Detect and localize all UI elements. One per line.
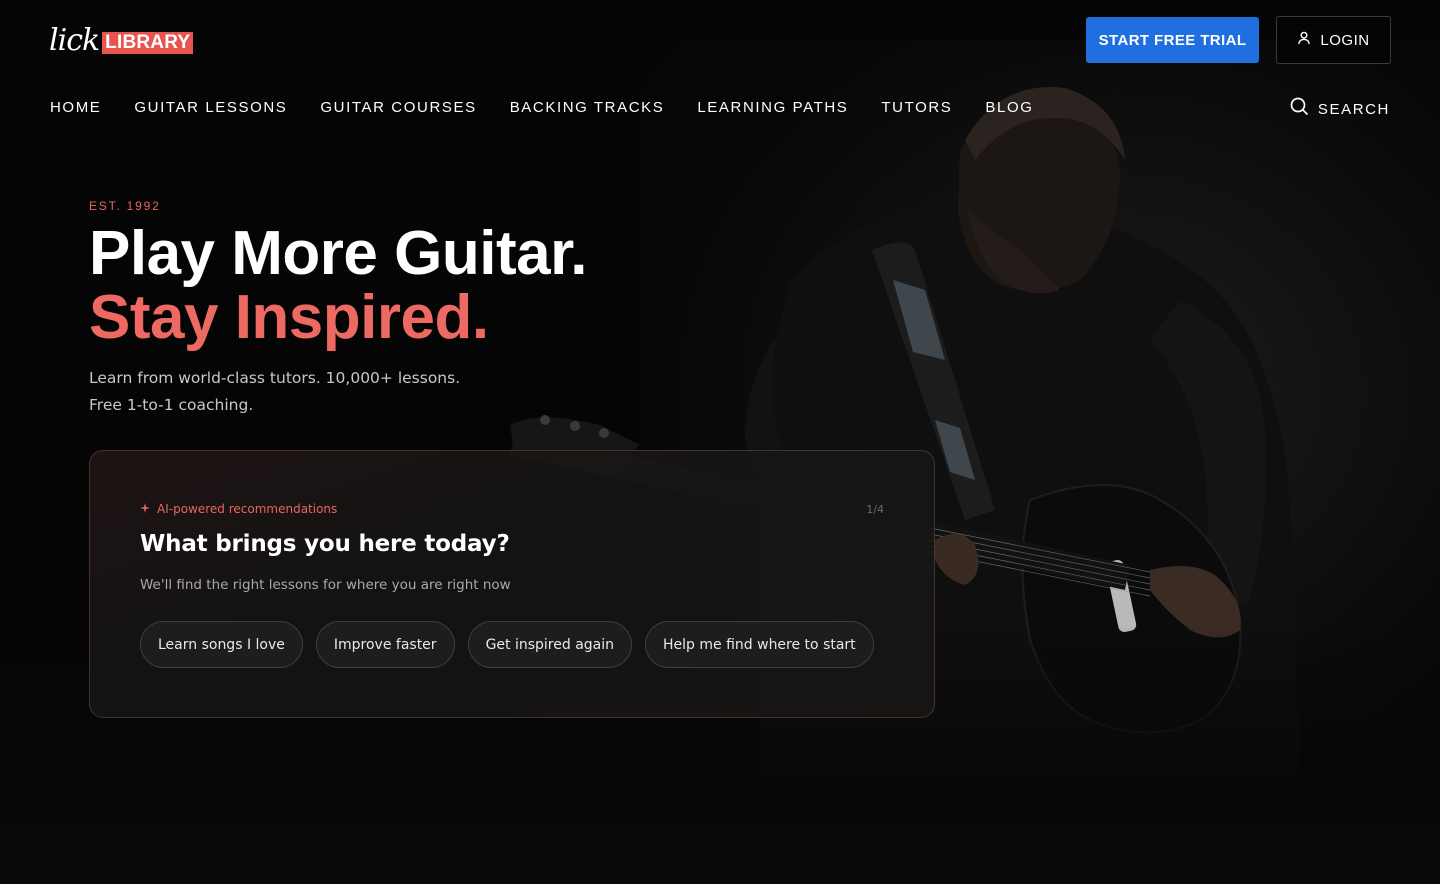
start-free-trial-button[interactable]: START FREE TRIAL [1086, 17, 1259, 63]
option-get-inspired[interactable]: Get inspired again [467, 621, 633, 668]
nav-item-home[interactable]: HOME [50, 98, 101, 118]
logo-box-text: LIBRARY [102, 32, 194, 54]
ai-recommendations-tag: AI-powered recommendations [140, 502, 337, 516]
hero-subtext-line2: Free 1-to-1 coaching. [89, 396, 254, 414]
search-label: SEARCH [1317, 100, 1390, 118]
search-button[interactable]: SEARCH [1290, 97, 1390, 122]
search-icon [1290, 97, 1309, 122]
hero-headline: Play More Guitar. Stay Inspired. [89, 219, 588, 352]
quiz-options: Learn songs I love Improve faster Get in… [140, 621, 874, 668]
option-improve-faster[interactable]: Improve faster [315, 621, 455, 668]
quiz-subtitle: We'll find the right lessons for where y… [140, 577, 511, 593]
hero-background-image [0, 0, 1440, 884]
nav-item-tutors[interactable]: TUTORS [881, 98, 952, 118]
hero-headline-line1: Play More Guitar. [89, 219, 588, 288]
quiz-question: What brings you here today? [140, 531, 510, 557]
quiz-step-counter: 1/4 [866, 503, 884, 516]
logo-script-text: lick [49, 23, 100, 58]
option-find-where-to-start[interactable]: Help me find where to start [645, 621, 874, 668]
option-learn-songs[interactable]: Learn songs I love [140, 621, 303, 668]
hero-subtext: Learn from world-class tutors. 10,000+ l… [89, 365, 489, 419]
nav-item-guitar-courses[interactable]: GUITAR COURSES [320, 98, 476, 118]
main-nav: HOME GUITAR LESSONS GUITAR COURSES BACKI… [50, 98, 1067, 118]
nav-item-blog[interactable]: BLOG [985, 98, 1033, 118]
login-label: LOGIN [1320, 31, 1370, 49]
site-logo[interactable]: lick LIBRARY [49, 23, 194, 58]
ai-tag-label: AI-powered recommendations [157, 502, 338, 516]
hero-eyebrow: EST. 1992 [89, 199, 161, 213]
user-icon [1297, 31, 1311, 49]
nav-item-backing-tracks[interactable]: BACKING TRACKS [510, 98, 665, 118]
recommendation-quiz-card: AI-powered recommendations 1/4 What brin… [89, 450, 935, 718]
hero-headline-line2: Stay Inspired. [89, 283, 489, 352]
sparkle-icon [140, 502, 150, 516]
hero-subtext-line1: Learn from world-class tutors. 10,000+ l… [89, 369, 461, 387]
login-button[interactable]: LOGIN [1276, 16, 1391, 64]
nav-item-learning-paths[interactable]: LEARNING PATHS [697, 98, 848, 118]
nav-item-guitar-lessons[interactable]: GUITAR LESSONS [134, 98, 287, 118]
